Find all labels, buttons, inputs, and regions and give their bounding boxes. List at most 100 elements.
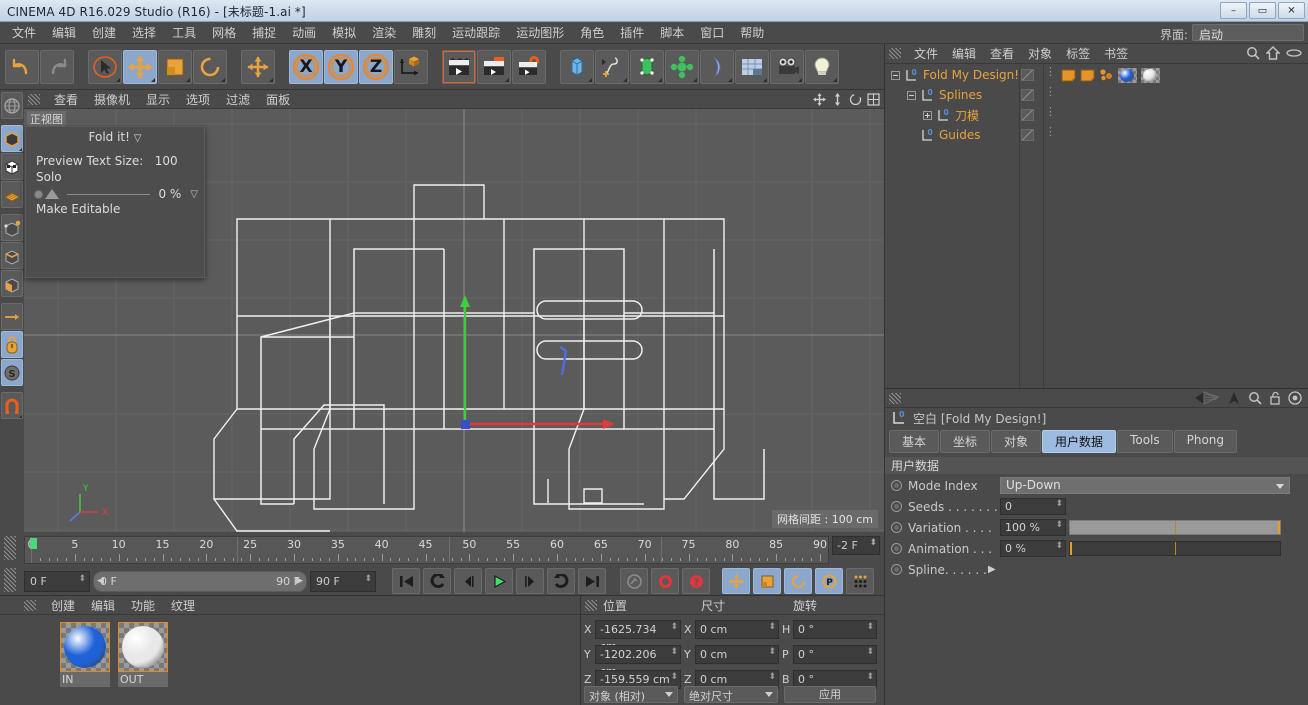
object-menu-item-4[interactable]: 标签 bbox=[1059, 45, 1097, 62]
spinner-icon[interactable]: ⬍ bbox=[768, 648, 776, 657]
object-menu-item-5[interactable]: 书签 bbox=[1097, 45, 1135, 62]
material-menu-item-1[interactable]: 编辑 bbox=[83, 597, 123, 614]
search-icon[interactable] bbox=[1248, 391, 1262, 405]
close-button[interactable]: ✕ bbox=[1278, 2, 1305, 19]
range-left-arrow-icon[interactable]: ◀ bbox=[97, 576, 104, 586]
value-slider[interactable] bbox=[1069, 520, 1281, 535]
redo-button[interactable] bbox=[40, 49, 74, 84]
menu-item-1[interactable]: 编辑 bbox=[44, 22, 84, 44]
menu-item-13[interactable]: 角色 bbox=[572, 22, 612, 44]
object-menu-item-3[interactable]: 对象 bbox=[1021, 45, 1059, 62]
rotation-field[interactable]: 0 ° ⬍ bbox=[793, 645, 877, 664]
frame-range-slider[interactable]: 0 F 90 F ◀ ▶ bbox=[93, 570, 307, 592]
snap-button[interactable]: S bbox=[1, 359, 23, 386]
tab-2[interactable]: 对象 bbox=[991, 430, 1042, 453]
object-menu-item-1[interactable]: 编辑 bbox=[945, 45, 983, 62]
magnet-tool-button[interactable] bbox=[1, 392, 23, 419]
enable-axis-button[interactable] bbox=[1, 303, 23, 330]
cube-primitive-button[interactable] bbox=[560, 49, 594, 84]
step-back-button[interactable] bbox=[454, 568, 482, 594]
current-frame-field[interactable]: -2 F ⬍ bbox=[832, 536, 880, 555]
viewport-menu-item-4[interactable]: 过滤 bbox=[218, 91, 258, 108]
solo-row[interactable]: Solo bbox=[26, 169, 204, 185]
size-mode-dropdown[interactable]: 绝对尺寸 bbox=[684, 686, 778, 703]
scale-tool-button[interactable] bbox=[158, 49, 192, 84]
material-menu-item-0[interactable]: 创建 bbox=[43, 597, 83, 614]
tab-0[interactable]: 基本 bbox=[889, 430, 940, 453]
polygon-mode-button[interactable] bbox=[1, 270, 23, 297]
animation-track-icon[interactable] bbox=[891, 522, 902, 533]
visibility-toggle[interactable] bbox=[1021, 89, 1034, 101]
expand-arrow-icon[interactable]: ▶ bbox=[988, 564, 996, 575]
range-right-arrow-icon[interactable]: ▶ bbox=[296, 576, 303, 586]
visibility-toggle[interactable] bbox=[1021, 109, 1034, 121]
viewport-menu-item-3[interactable]: 选项 bbox=[178, 91, 218, 108]
object-menu-item-0[interactable]: 文件 bbox=[907, 45, 945, 62]
spinner-icon[interactable]: ⬍ bbox=[670, 623, 678, 632]
nurbs-generator-button[interactable] bbox=[630, 49, 664, 84]
axis-z-button[interactable]: Z bbox=[359, 49, 393, 84]
menu-item-15[interactable]: 脚本 bbox=[652, 22, 692, 44]
material-item[interactable]: OUT bbox=[118, 622, 168, 687]
record-button[interactable] bbox=[651, 568, 679, 594]
menu-item-3[interactable]: 选择 bbox=[124, 22, 164, 44]
spinner-icon[interactable]: ⬍ bbox=[364, 574, 372, 583]
step-forward-button[interactable] bbox=[516, 568, 544, 594]
value-slider[interactable] bbox=[1069, 541, 1281, 556]
timeline-controls-grip-icon[interactable] bbox=[4, 568, 16, 592]
home-icon[interactable] bbox=[1266, 46, 1280, 60]
menu-item-16[interactable]: 窗口 bbox=[692, 22, 732, 44]
tab-1[interactable]: 坐标 bbox=[940, 430, 991, 453]
expander-icon[interactable] bbox=[907, 90, 916, 100]
target-icon[interactable] bbox=[1288, 391, 1302, 405]
make-editable-row[interactable]: Make Editable bbox=[26, 201, 204, 217]
select-tool-button[interactable] bbox=[88, 49, 122, 84]
tag-dots-icon[interactable]: ⋮ bbox=[1045, 66, 1056, 77]
start-frame-field[interactable]: 0 F ⬍ bbox=[24, 570, 90, 592]
panel-grip-icon[interactable] bbox=[28, 93, 40, 105]
texture-mode-button[interactable] bbox=[1, 153, 23, 180]
mode-index-select[interactable]: Up-Down bbox=[1000, 477, 1290, 494]
spinner-icon[interactable]: ⬍ bbox=[866, 623, 874, 632]
lock-icon[interactable] bbox=[1269, 391, 1281, 405]
interface-selector[interactable]: 启动 bbox=[1192, 24, 1304, 42]
material-item[interactable]: IN bbox=[60, 622, 110, 687]
back-navigation-icon[interactable] bbox=[1194, 391, 1220, 405]
menu-item-14[interactable]: 插件 bbox=[612, 22, 652, 44]
move-tool-button[interactable] bbox=[123, 49, 157, 84]
xpresso-tag-icon[interactable] bbox=[1099, 68, 1114, 82]
viewport-view-buttons[interactable] bbox=[813, 93, 880, 106]
end-frame-field[interactable]: 90 F ⬍ bbox=[310, 570, 376, 592]
menu-item-12[interactable]: 运动图形 bbox=[508, 22, 572, 44]
expander-icon[interactable] bbox=[923, 110, 932, 120]
timeline-playhead[interactable] bbox=[30, 538, 37, 549]
move-axis-button[interactable] bbox=[241, 49, 275, 84]
timeline-ruler[interactable]: 051015202530354045505560657075808590 bbox=[24, 536, 829, 564]
viewport-menu-item-0[interactable]: 查看 bbox=[46, 91, 86, 108]
slider-number-field[interactable]: 0 % ⬍ bbox=[1000, 540, 1066, 557]
fold-preview-slider[interactable]: 0 % ▽ bbox=[26, 185, 204, 201]
rotation-field[interactable]: 0 ° ⬍ bbox=[793, 620, 877, 639]
object-tree[interactable]: 0 Fold My Design! ⋮ 0 Splines ⋮ 0 刀模 ⋮ 0 Guides ⋮ bbox=[885, 65, 1308, 388]
slider-track[interactable] bbox=[67, 193, 151, 195]
record-settings-button[interactable] bbox=[620, 568, 648, 594]
panel-grip-icon[interactable] bbox=[889, 48, 901, 59]
size-field[interactable]: 0 cm ⬍ bbox=[695, 620, 779, 639]
spinner-icon[interactable]: ⬍ bbox=[768, 673, 776, 682]
material-thumbnail[interactable] bbox=[60, 622, 110, 672]
tab-4[interactable]: Tools bbox=[1117, 430, 1173, 453]
menu-item-10[interactable]: 雕刻 bbox=[404, 22, 444, 44]
timeline-grip-icon[interactable] bbox=[4, 536, 16, 560]
record-rotation-button[interactable] bbox=[784, 568, 812, 594]
menu-item-0[interactable]: 文件 bbox=[4, 22, 44, 44]
tag-dots-icon[interactable]: ⋮ bbox=[1045, 106, 1056, 117]
spline-pen-button[interactable] bbox=[595, 49, 629, 84]
spinner-icon[interactable]: ⬍ bbox=[866, 673, 874, 682]
animation-track-icon[interactable] bbox=[891, 480, 902, 491]
go-to-start-button[interactable] bbox=[392, 568, 420, 594]
menu-item-17[interactable]: 帮助 bbox=[732, 22, 772, 44]
chevron-down-icon[interactable]: ▽ bbox=[134, 133, 142, 144]
eye-icon[interactable] bbox=[1286, 46, 1302, 60]
deformer-button[interactable] bbox=[700, 49, 734, 84]
render-region-button[interactable] bbox=[477, 49, 511, 84]
